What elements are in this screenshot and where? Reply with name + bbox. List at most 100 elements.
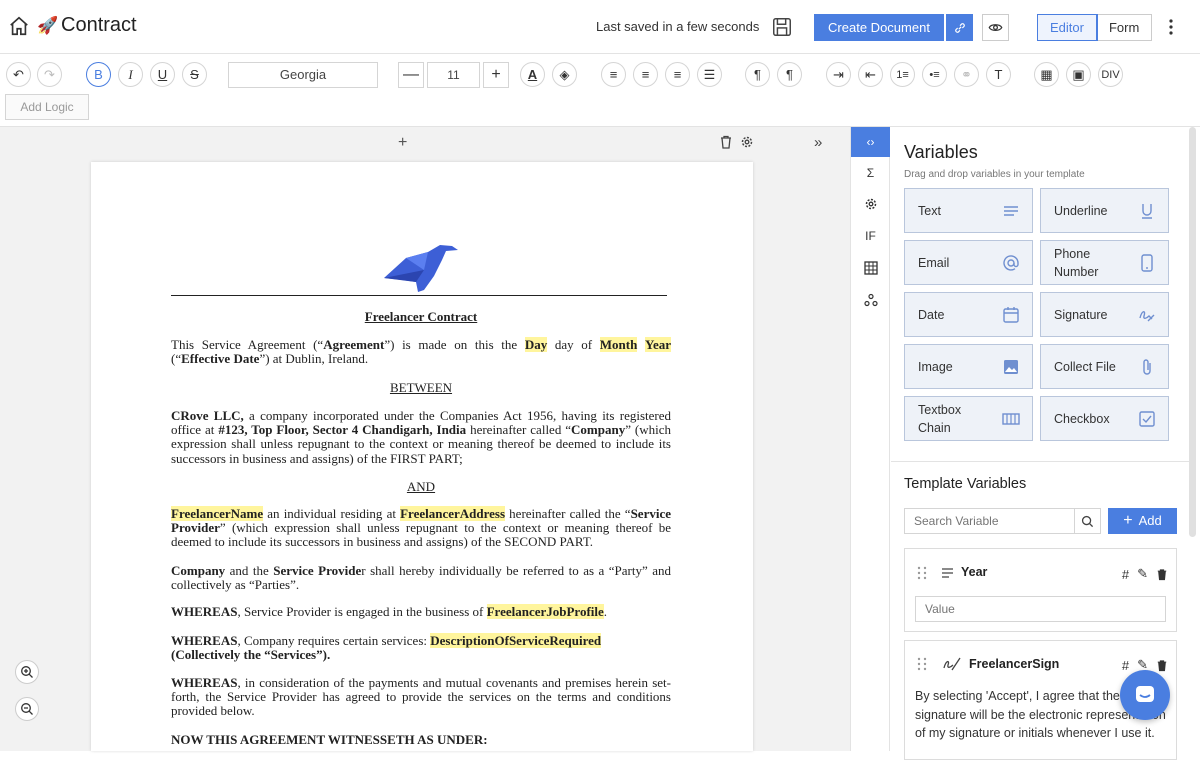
variable-card-email[interactable]: Email [904,240,1033,285]
rocket-icon: 🚀 [37,16,59,35]
ltr-button[interactable]: ¶ [745,62,770,87]
align-right-button[interactable]: ≡ [665,62,690,87]
variable-card-collect-file[interactable]: Collect File [1040,344,1169,389]
variable-card-underline[interactable]: Underline [1040,188,1169,233]
form-mode-tab[interactable]: Form [1097,15,1151,40]
rail-webhook-tab[interactable] [851,285,890,315]
variable-freelancer-name[interactable]: FreelancerName [171,506,264,521]
paragraph-freelancer: FreelancerName an individual residing at… [171,506,671,550]
search-variable-input[interactable] [904,508,1075,534]
collapse-panel-icon[interactable]: » [814,134,822,151]
link-insert-button[interactable]: ⚭ [954,62,979,87]
text-run: (Collectively the “Services”). [171,647,331,663]
variable-card-textbox-chain[interactable]: Textbox Chain [904,396,1033,441]
indent-button[interactable]: ⇥ [826,62,851,87]
text-color-button[interactable]: A [520,62,545,87]
decrease-size-button[interactable]: — [398,62,424,88]
justify-icon: ☰ [703,66,716,82]
redo-button[interactable]: ↷ [37,62,62,87]
rail-formula-tab[interactable]: Σ [851,158,890,188]
font-family-select[interactable]: Georgia [228,62,378,88]
insert-div-button[interactable]: DIV [1098,62,1123,87]
create-document-button[interactable]: Create Document [814,14,944,41]
rail-code-tab[interactable]: ‹› [851,127,890,157]
gear-icon[interactable] [740,135,754,149]
link-icon [954,22,965,33]
italic-button[interactable]: I [118,62,143,87]
drag-handle-icon[interactable] [917,566,927,580]
add-variable-button[interactable]: + Add [1108,508,1177,534]
highlight-button[interactable]: ◈ [552,62,577,87]
align-center-icon: ≡ [641,67,650,82]
text-run: Company [571,422,626,438]
bold-button[interactable]: B [86,62,111,87]
underline-button[interactable]: U [150,62,175,87]
justify-button[interactable]: ☰ [697,62,722,87]
checkbox-icon [1139,410,1155,427]
if-icon: IF [865,229,876,243]
home-icon[interactable] [8,15,30,37]
rail-settings-tab[interactable] [851,189,890,219]
more-options-icon[interactable] [1165,18,1177,36]
bullet-list-button[interactable]: •≡ [922,62,947,87]
rtl-button[interactable]: ¶ [777,62,802,87]
zoom-in-icon [21,666,33,678]
top-bar: 🚀 Contract Last saved in a few seconds C… [0,0,1200,54]
variable-service-description[interactable]: DescriptionOfServiceRequired [430,633,602,648]
align-center-button[interactable]: ≡ [633,62,658,87]
underline-icon: U [157,67,168,82]
outdent-button[interactable]: ⇤ [858,62,883,87]
variable-day[interactable]: Day [524,337,548,352]
increase-size-button[interactable]: + [483,62,509,88]
ltr-icon: ¶ [754,67,761,82]
variable-card-phone[interactable]: Phone Number [1040,240,1169,285]
variable-value-input[interactable] [915,596,1166,622]
panel-scrollbar[interactable] [1189,127,1196,537]
pencil-icon[interactable]: ✎ [1137,566,1148,582]
variable-card-image[interactable]: Image [904,344,1033,389]
ordered-list-button[interactable]: 1≡ [890,62,915,87]
document-title[interactable]: Contract [61,14,137,37]
font-size-input[interactable]: 11 [427,62,480,88]
hash-icon[interactable]: # [1122,567,1129,582]
link-button[interactable] [946,14,973,41]
align-left-button[interactable]: ≡ [601,62,626,87]
search-button[interactable] [1074,508,1101,534]
variable-card-signature[interactable]: Signature [1040,292,1169,337]
paragraph-parties: Company and the Service Provider shall h… [171,563,671,592]
variable-job-profile[interactable]: FreelancerJobProfile [486,604,604,619]
rail-table-tab[interactable] [851,253,890,283]
variable-card-date[interactable]: Date [904,292,1033,337]
rail-condition-tab[interactable]: IF [851,221,890,251]
zoom-out-button[interactable] [15,697,39,721]
template-variable-card[interactable]: Year # ✎ [904,548,1177,632]
add-section-icon[interactable]: + [398,134,407,152]
undo-button[interactable]: ↶ [6,62,31,87]
hash-icon[interactable]: # [1122,658,1129,673]
strikethrough-button[interactable]: S [182,62,207,87]
variable-card-text[interactable]: Text [904,188,1033,233]
drag-handle-icon[interactable] [917,657,927,671]
text-lines-icon [1004,205,1018,216]
insert-table-button[interactable]: ▦ [1034,62,1059,87]
variable-month[interactable]: Month [599,337,638,352]
variable-card-checkbox[interactable]: Checkbox [1040,396,1169,441]
preview-button[interactable] [982,14,1009,41]
italic-icon: I [128,66,133,82]
zoom-in-button[interactable] [15,660,39,684]
variable-freelancer-address[interactable]: FreelancerAddress [400,506,506,521]
add-logic-button[interactable]: Add Logic [5,94,89,120]
trash-icon[interactable] [1156,568,1168,581]
trash-icon[interactable] [719,135,733,149]
clear-format-button[interactable]: T [986,62,1011,87]
variable-year[interactable]: Year [645,337,671,352]
table-icon: ▦ [1040,66,1053,82]
save-icon[interactable] [771,16,793,38]
eye-icon [988,24,1003,31]
contract-title: Freelancer Contract [171,309,671,324]
document-page[interactable]: Freelancer Contract This Service Agreeme… [91,162,753,751]
chat-support-button[interactable] [1120,670,1170,720]
editor-mode-tab[interactable]: Editor [1037,14,1098,41]
insert-image-button[interactable]: ▣ [1066,62,1091,87]
trash-icon[interactable] [1156,659,1168,672]
